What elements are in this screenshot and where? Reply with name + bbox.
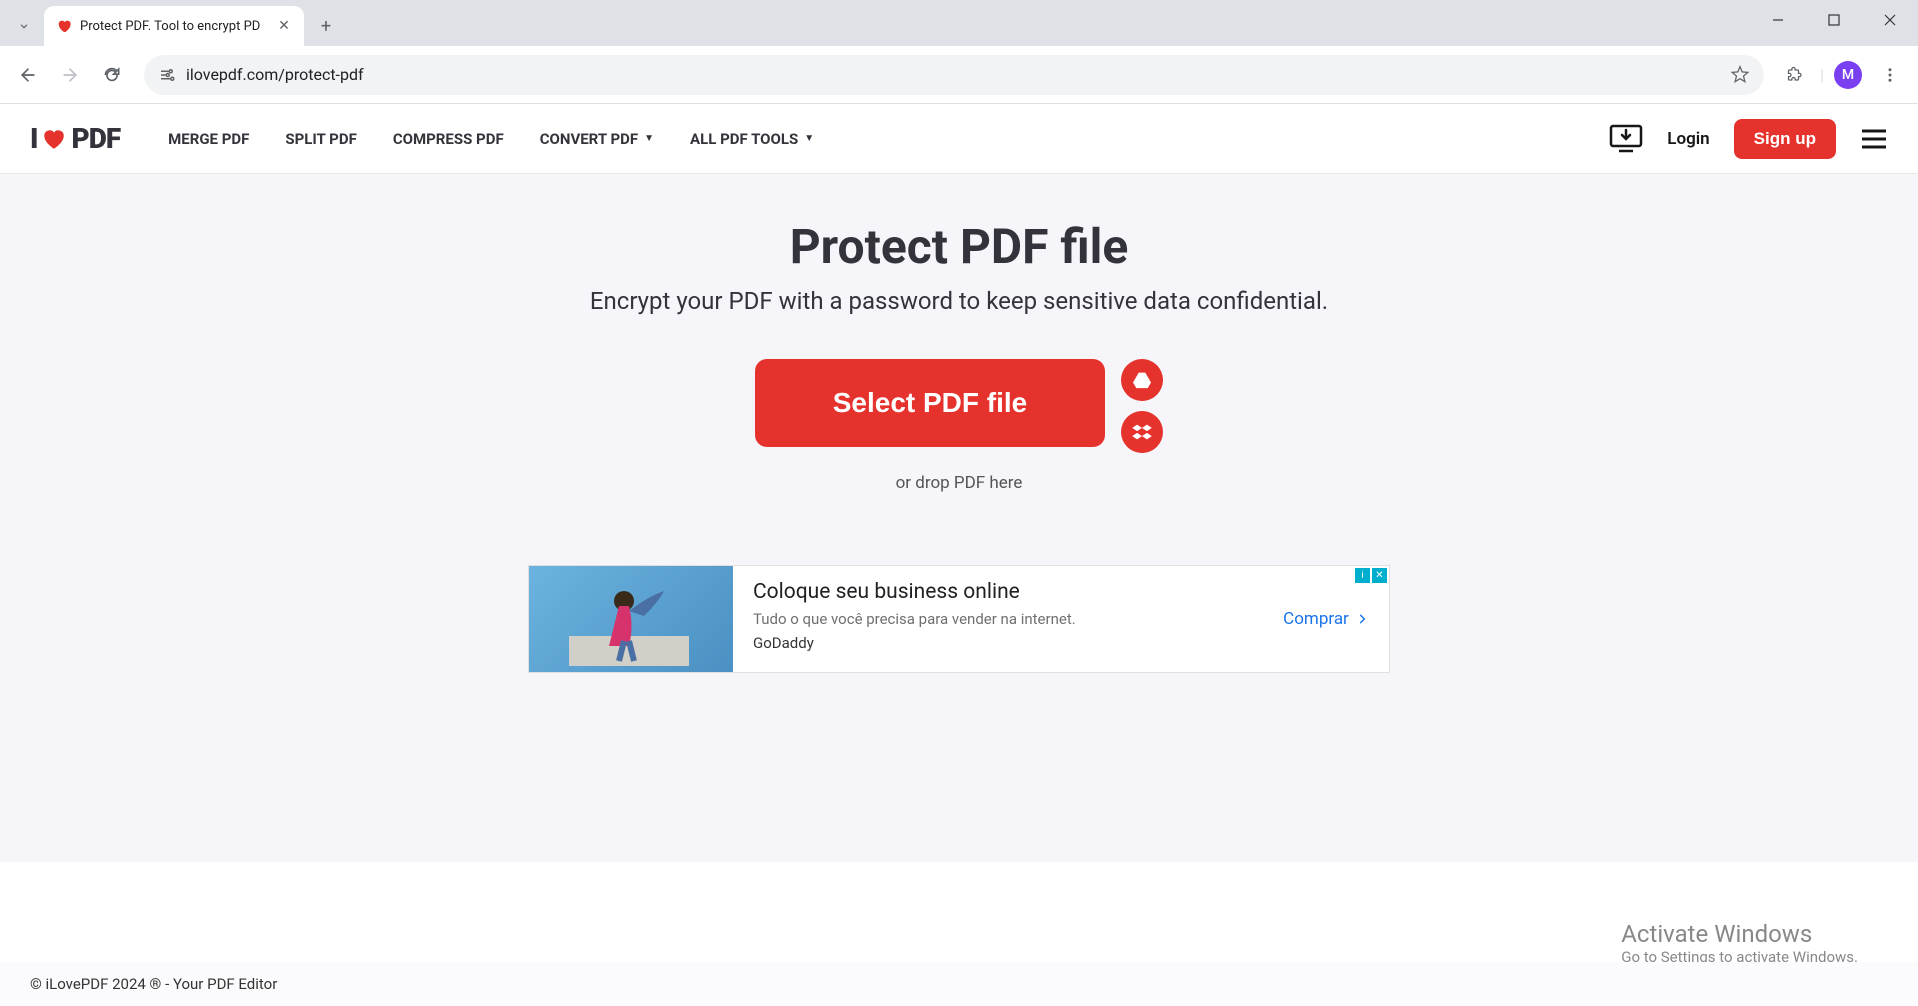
forward-button[interactable]: [52, 57, 88, 93]
drop-hint: or drop PDF here: [0, 473, 1918, 493]
signup-button[interactable]: Sign up: [1734, 119, 1836, 159]
dropbox-icon: [1132, 423, 1152, 441]
dropbox-button[interactable]: [1121, 411, 1163, 453]
select-file-button[interactable]: Select PDF file: [755, 359, 1106, 447]
ad-body: Coloque seu business online Tudo o que v…: [733, 566, 1263, 672]
url-text: ilovepdf.com/protect-pdf: [186, 65, 1720, 84]
nav-alltools[interactable]: ALL PDF TOOLS▼: [690, 130, 814, 148]
monitor-download-icon: [1609, 124, 1643, 154]
tab-strip: Protect PDF. Tool to encrypt PD ✕ +: [0, 0, 1918, 46]
arrow-left-icon: [18, 65, 38, 85]
watermark-title: Activate Windows: [1621, 920, 1858, 948]
bookmark-button[interactable]: [1730, 65, 1750, 85]
menu-button[interactable]: [1860, 128, 1888, 150]
puzzle-icon: [1786, 65, 1806, 85]
hamburger-icon: [1860, 128, 1888, 150]
browser-chrome: Protect PDF. Tool to encrypt PD ✕ + ilov…: [0, 0, 1918, 104]
upload-area: Select PDF file: [755, 359, 1164, 453]
arrow-right-icon: [60, 65, 80, 85]
back-button[interactable]: [10, 57, 46, 93]
ad-brand: GoDaddy: [753, 634, 1243, 652]
nav-convert[interactable]: CONVERT PDF▼: [540, 130, 654, 148]
ad-close-button[interactable]: ✕: [1372, 568, 1387, 583]
site-header: I PDF MERGE PDF SPLIT PDF COMPRESS PDF C…: [0, 104, 1918, 174]
page-title: Protect PDF file: [0, 218, 1918, 275]
site-info-button[interactable]: [158, 66, 176, 84]
browser-menu-button[interactable]: [1872, 57, 1908, 93]
header-right: Login Sign up: [1609, 119, 1888, 159]
logo-suffix: PDF: [71, 122, 120, 155]
ad-desc: Tudo o que você precisa para vender na i…: [753, 610, 1243, 628]
window-controls: [1750, 0, 1918, 40]
profile-button[interactable]: M: [1830, 57, 1866, 93]
ad-title: Coloque seu business online: [753, 580, 1243, 604]
avatar: M: [1834, 61, 1862, 89]
google-drive-icon: [1132, 371, 1152, 389]
nav-merge[interactable]: MERGE PDF: [168, 130, 249, 148]
browser-tab[interactable]: Protect PDF. Tool to encrypt PD ✕: [44, 6, 304, 46]
main-content: Protect PDF file Encrypt your PDF with a…: [0, 174, 1918, 862]
reload-button[interactable]: [94, 57, 130, 93]
tab-search-dropdown[interactable]: [8, 10, 40, 42]
windows-watermark: Activate Windows Go to Settings to activ…: [1621, 920, 1858, 966]
site-footer: © iLovePDF 2024 ® - Your PDF Editor: [0, 962, 1918, 1006]
page-subtitle: Encrypt your PDF with a password to keep…: [0, 287, 1918, 315]
address-bar[interactable]: ilovepdf.com/protect-pdf: [144, 55, 1764, 95]
dots-vertical-icon: [1881, 66, 1899, 84]
ad-image: [529, 566, 733, 672]
copyright: © iLovePDF 2024 ® - Your PDF Editor: [30, 975, 277, 993]
minimize-button[interactable]: [1750, 0, 1806, 40]
star-icon: [1730, 65, 1750, 85]
maximize-button[interactable]: [1806, 0, 1862, 40]
nav-split[interactable]: SPLIT PDF: [285, 130, 356, 148]
cloud-buttons: [1121, 359, 1163, 453]
heart-icon: [39, 126, 69, 152]
chevron-down-icon: [17, 19, 31, 33]
reload-icon: [102, 65, 122, 85]
logo[interactable]: I PDF: [30, 122, 120, 155]
ad-info-button[interactable]: i: [1355, 568, 1370, 583]
tab-close-button[interactable]: ✕: [276, 18, 292, 34]
extensions-button[interactable]: [1778, 57, 1814, 93]
browser-toolbar: ilovepdf.com/protect-pdf | M: [0, 46, 1918, 104]
ad-badges: i ✕: [1355, 568, 1387, 583]
nav-compress[interactable]: COMPRESS PDF: [393, 130, 504, 148]
logo-prefix: I: [30, 122, 37, 155]
main-nav: MERGE PDF SPLIT PDF COMPRESS PDF CONVERT…: [168, 130, 814, 148]
tune-icon: [158, 66, 176, 84]
desktop-app-button[interactable]: [1609, 124, 1643, 154]
tab-title: Protect PDF. Tool to encrypt PD: [80, 19, 268, 34]
close-window-button[interactable]: [1862, 0, 1918, 40]
chevron-right-icon: [1355, 612, 1369, 626]
caret-down-icon: ▼: [644, 133, 654, 144]
login-link[interactable]: Login: [1667, 129, 1709, 149]
google-drive-button[interactable]: [1121, 359, 1163, 401]
ad-banner[interactable]: Coloque seu business online Tudo o que v…: [528, 565, 1390, 673]
heart-icon: [56, 18, 72, 34]
person-yoga-icon: [569, 576, 689, 666]
caret-down-icon: ▼: [804, 133, 814, 144]
new-tab-button[interactable]: +: [310, 10, 342, 42]
